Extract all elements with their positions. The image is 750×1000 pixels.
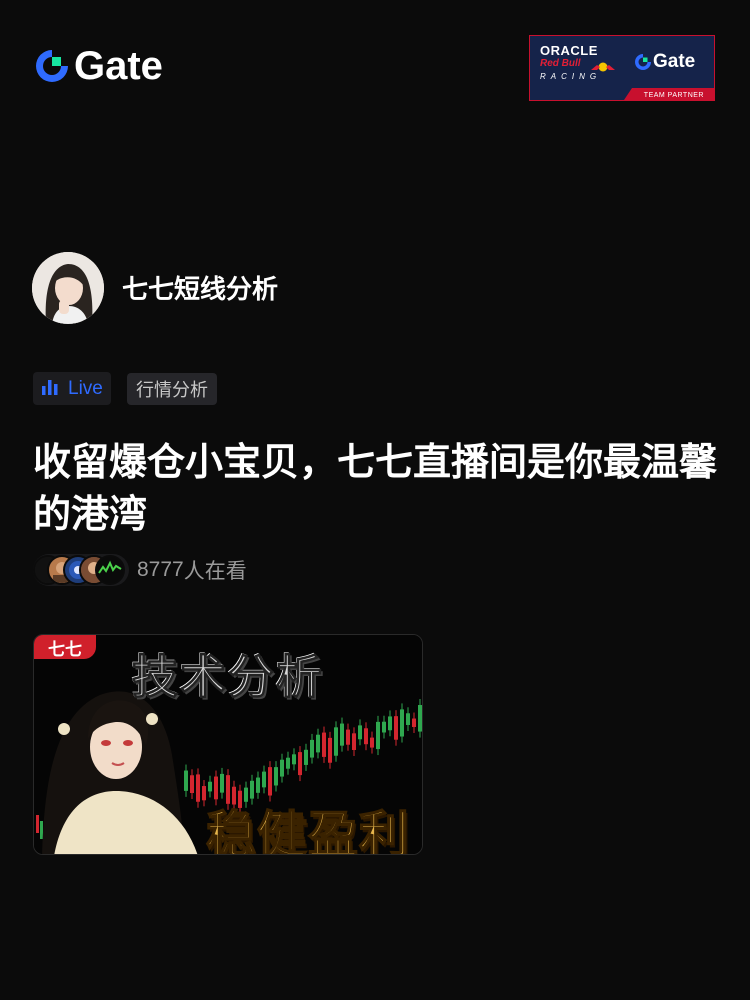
candle-body [394,716,398,740]
viewer-info: 8777 人在看 [33,554,247,586]
candle-body [262,771,266,788]
candle-body [334,727,338,756]
live-bars-icon [41,379,59,399]
candle-body [190,775,194,794]
team-partner-banner[interactable]: ORACLE Red Bull RACING Gate TEAM PARTNER [529,35,715,101]
candle-body [298,752,302,776]
candle-body [322,732,326,757]
candle-body [36,815,39,833]
oracle-label: ORACLE [540,43,598,58]
candle-body [316,734,320,753]
category-tag[interactable]: 行情分析 [127,373,217,405]
thumbnail-top-text: 技术分析 [132,650,324,705]
candle-body [268,767,272,796]
viewer-suffix: 人在看 [183,559,247,583]
candle-body [340,723,344,746]
candle-body [412,718,416,727]
gate-logo[interactable]: Gate [34,46,163,86]
redbull-label: Red Bull [540,58,581,69]
partner-gate-text: Gate [653,51,696,72]
candle-body [304,749,308,765]
candle-body [346,729,350,745]
candle-body [382,721,386,733]
live-label: Live [68,377,103,399]
candle-body [352,733,356,750]
host-avatar[interactable] [32,252,104,324]
candle-body [400,709,404,737]
viewer-avatar-stack [33,554,129,586]
live-tag: Live [33,372,111,405]
candle-body [40,821,43,839]
stream-title: 收留爆仓小宝贝，七七直播间是你最温馨的港湾 [33,440,718,536]
gate-logo-small-icon [635,54,651,70]
candle-body [292,754,296,765]
host-name[interactable]: 七七短线分析 [122,272,278,308]
team-partner-label: TEAM PARTNER [643,92,704,99]
candle-body [256,777,260,793]
candle-body [370,737,374,748]
logo-text: Gate [74,44,163,88]
candle-body [364,728,368,745]
candle-body [418,705,422,732]
candle-body [286,757,290,769]
candle-body [196,774,200,802]
candle-body [376,721,380,750]
candle-body [274,767,278,786]
candle-body [388,716,392,731]
racing-label: RACING [540,72,602,81]
stream-thumbnail[interactable]: 七七 技术分析 稳健盈利 [33,634,423,855]
candle-body [280,759,284,777]
viewer-avatar [95,555,125,585]
thumbnail-badge: 七七 [34,635,96,660]
candle-body [184,770,188,791]
candle-body [310,739,314,758]
thumbnail-bottom-text: 稳健盈利 [205,805,410,855]
candle-body [220,773,224,793]
candle-body [406,713,410,725]
candle-body [328,737,332,763]
candle-body [358,725,362,740]
gate-logo-icon [34,48,70,84]
candle-body [208,781,212,792]
partner-gate-logo: Gate [634,51,695,73]
viewer-count: 8777 [137,558,184,581]
